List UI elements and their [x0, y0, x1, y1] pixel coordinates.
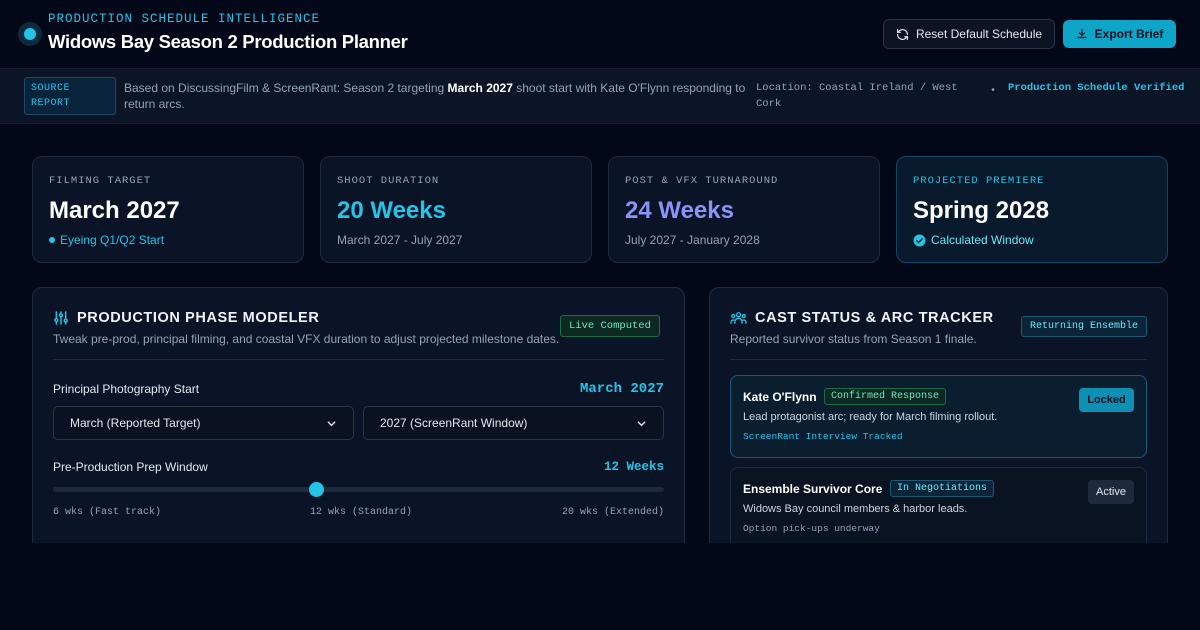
cast-tracker-title: CAST STATUS & ARC TRACKER: [730, 310, 994, 326]
month-select-value: March (Reported Target): [70, 416, 201, 430]
stat-card-projected-premiere: PROJECTED PREMIERE Spring 2028 Calculate…: [896, 156, 1168, 263]
cast-description: Widows Bay council members & harbor lead…: [743, 503, 968, 515]
cast-name: Kate O'Flynn: [743, 390, 817, 404]
chevron-down-icon: [327, 420, 336, 426]
cast-name: Ensemble Survivor Core: [743, 482, 883, 496]
reset-label: Reset Default Schedule: [915, 27, 1043, 41]
photography-start-label: Principal Photography Start: [53, 382, 200, 396]
cast-note: ScreenRant Interview Tracked: [743, 431, 903, 442]
check-circle-icon: [913, 234, 926, 246]
cast-tracker-subtitle: Reported survivor status from Season 1 f…: [730, 332, 977, 346]
stat-sub: March 2027 - July 2027: [337, 233, 463, 247]
reset-schedule-button[interactable]: Reset Default Schedule: [883, 19, 1055, 49]
status-dot-icon: [49, 237, 55, 243]
stat-sub: July 2027 - January 2028: [625, 233, 760, 247]
stat-label: FILMING TARGET: [49, 175, 152, 187]
chevron-down-icon: [637, 420, 646, 426]
locked-button[interactable]: Locked: [1079, 388, 1134, 412]
phase-modeler-subtitle: Tweak pre-prod, principal filming, and c…: [53, 332, 560, 346]
stat-label: SHOOT DURATION: [337, 175, 440, 187]
download-icon: [1077, 28, 1087, 39]
app-header: PRODUCTION SCHEDULE INTELLIGENCE Widows …: [0, 0, 1200, 69]
source-text-lead: Based on DiscussingFilm & ScreenRant: Se…: [124, 81, 448, 95]
slider-thumb[interactable]: [308, 482, 324, 497]
slider-tick-min: 6 wks (Fast track): [53, 507, 162, 518]
divider: [53, 359, 664, 360]
stat-value: 20 Weeks: [337, 197, 446, 224]
phase-title-text: PRODUCTION PHASE MODELER: [77, 310, 320, 326]
page-title: Widows Bay Season 2 Production Planner: [48, 31, 408, 52]
cast-card-kate-oflynn[interactable]: Kate O'Flynn Confirmed Response Lead pro…: [730, 375, 1147, 458]
viewport-bottom-mask: [0, 543, 1200, 630]
stat-label: PROJECTED PREMIERE: [913, 175, 1045, 187]
stat-card-post-vfx: POST & VFX TURNAROUND 24 Weeks July 2027…: [608, 156, 880, 263]
phase-modeler-title: PRODUCTION PHASE MODELER: [53, 310, 319, 326]
cast-note: Option pick-ups underway: [743, 523, 880, 534]
export-label: Export Brief: [1094, 27, 1164, 41]
stat-value: 24 Weeks: [625, 197, 734, 224]
app-kicker: PRODUCTION SCHEDULE INTELLIGENCE: [48, 12, 321, 26]
stat-card-shoot-duration: SHOOT DURATION 20 Weeks March 2027 - Jul…: [320, 156, 592, 263]
source-report-bar: SOURCE REPORT Based on DiscussingFilm & …: [0, 69, 1200, 124]
phase-modeler-panel: PRODUCTION PHASE MODELER Tweak pre-prod,…: [32, 287, 685, 567]
year-select-value: 2027 (ScreenRant Window): [380, 416, 528, 430]
source-report-badge: SOURCE REPORT: [24, 77, 116, 115]
export-brief-button[interactable]: Export Brief: [1063, 20, 1176, 48]
slider-tick-max: 20 wks (Extended): [561, 507, 664, 518]
stat-value: March 2027: [49, 197, 180, 224]
stat-sub: Calculated Window: [913, 233, 1151, 247]
prep-window-slider[interactable]: [53, 482, 664, 497]
active-button[interactable]: Active: [1088, 480, 1134, 504]
photography-start-value: March 2027: [579, 381, 664, 397]
source-text-date: March 2027: [447, 81, 513, 95]
month-select[interactable]: March (Reported Target): [53, 406, 354, 440]
stat-label: POST & VFX TURNAROUND: [625, 175, 779, 187]
stat-value: Spring 2028: [913, 197, 1050, 224]
stat-card-filming-target: FILMING TARGET March 2027 Eyeing Q1/Q2 S…: [32, 156, 304, 263]
divider: [730, 359, 1147, 360]
stat-sub: Eyeing Q1/Q2 Start: [49, 233, 287, 247]
cast-title-text: CAST STATUS & ARC TRACKER: [755, 310, 994, 326]
separator-dot: •: [990, 86, 997, 97]
returning-ensemble-badge: Returning Ensemble: [1021, 316, 1148, 337]
stat-sub-text: Calculated Window: [931, 233, 1034, 247]
cast-status-badge: Confirmed Response: [824, 388, 947, 405]
logo-icon: [18, 22, 42, 46]
source-report-text: Based on DiscussingFilm & ScreenRant: Se…: [124, 80, 750, 112]
schedule-verified-text: Production Schedule Verified: [1008, 82, 1185, 94]
slider-tick-mid: 12 wks (Standard): [310, 507, 413, 518]
cast-description: Lead protagonist arc; ready for March fi…: [743, 411, 998, 423]
year-select[interactable]: 2027 (ScreenRant Window): [363, 406, 664, 440]
stat-sub-text: Eyeing Q1/Q2 Start: [60, 233, 165, 247]
sliders-icon: [54, 311, 68, 325]
prep-window-label: Pre-Production Prep Window: [53, 460, 208, 474]
cast-tracker-panel: CAST STATUS & ARC TRACKER Reported survi…: [709, 287, 1168, 567]
users-icon: [730, 312, 747, 324]
live-computed-badge: Live Computed: [560, 315, 660, 337]
refresh-icon: [896, 28, 908, 40]
location-text: Location: Coastal Ireland / West Cork: [756, 82, 958, 110]
prep-window-value: 12 Weeks: [603, 460, 664, 474]
cast-status-badge: In Negotiations: [890, 480, 995, 497]
